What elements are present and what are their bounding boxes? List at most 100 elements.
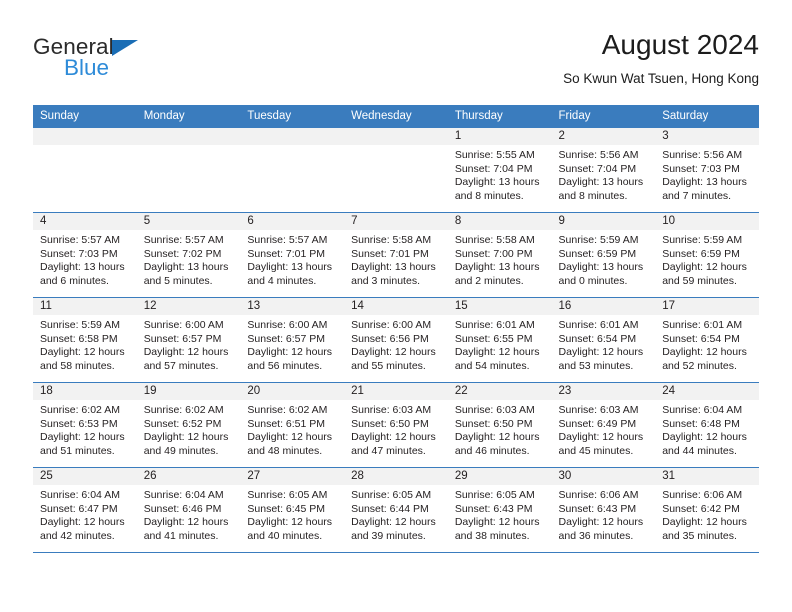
day-number: 4 <box>33 213 137 230</box>
calendar-day-cell[interactable]: 13 Sunrise: 6:00 AM Sunset: 6:57 PM Dayligh… <box>240 297 345 383</box>
day-number: 27 <box>240 468 345 485</box>
daylight-text: Daylight: 12 hours and 56 minutes. <box>247 346 333 372</box>
sunrise-text: Sunrise: 5:59 AM <box>40 319 120 331</box>
sunset-text: Sunset: 7:03 PM <box>662 162 740 175</box>
day-number: 18 <box>33 383 137 400</box>
day-details: Sunrise: 6:05 AM Sunset: 6:43 PM Daylight:… <box>448 485 552 543</box>
sunset-text: Sunset: 7:00 PM <box>454 247 533 260</box>
sunrise-text: Sunrise: 6:03 AM <box>454 404 535 416</box>
day-number: 8 <box>447 213 552 230</box>
calendar-day-cell[interactable]: 14 Sunrise: 6:00 AM Sunset: 6:56 PM Dayligh… <box>344 297 448 383</box>
sunrise-text: Sunrise: 6:06 AM <box>662 489 743 501</box>
day-details: Sunrise: 6:05 AM Sunset: 6:44 PM Daylight:… <box>344 485 448 543</box>
sunrise-text: Sunrise: 6:03 AM <box>351 404 432 416</box>
day-number: 29 <box>447 468 552 485</box>
calendar-day-cell[interactable]: 2 Sunrise: 5:56 AM Sunset: 7:04 PM Daylight… <box>551 127 656 213</box>
day-details: Sunrise: 6:04 AM Sunset: 6:47 PM Daylight:… <box>33 485 137 543</box>
calendar-day-cell[interactable]: 28 Sunrise: 6:05 AM Sunset: 6:44 PM Dayligh… <box>344 467 448 553</box>
calendar-day-cell[interactable]: 8 Sunrise: 5:58 AM Sunset: 7:00 PM Daylight… <box>447 212 552 298</box>
calendar-day-cell[interactable]: 15 Sunrise: 6:01 AM Sunset: 6:55 PM Dayligh… <box>447 297 552 383</box>
daylight-text: Daylight: 13 hours and 6 minutes. <box>40 261 125 287</box>
calendar-day-cell[interactable]: 7 Sunrise: 5:58 AM Sunset: 7:01 PM Daylight… <box>344 212 448 298</box>
calendar-week-row: 4 Sunrise: 5:57 AM Sunset: 7:03 PM Daylight… <box>33 212 759 298</box>
day-number: 30 <box>551 468 656 485</box>
calendar-day-cell[interactable]: 26 Sunrise: 6:04 AM Sunset: 6:46 PM Dayligh… <box>136 467 241 553</box>
sunset-text: Sunset: 6:43 PM <box>454 502 533 515</box>
sunset-text: Sunset: 7:02 PM <box>143 247 222 260</box>
title-block: August 2024 So Kwun Wat Tsuen, Hong Kong <box>563 28 759 89</box>
calendar-day-cell[interactable]: 24 Sunrise: 6:04 AM Sunset: 6:48 PM Dayligh… <box>655 382 759 468</box>
sunset-text: Sunset: 6:50 PM <box>351 417 429 430</box>
day-details: Sunrise: 6:02 AM Sunset: 6:51 PM Daylight:… <box>240 400 344 458</box>
calendar-day-cell[interactable]: 16 Sunrise: 6:01 AM Sunset: 6:54 PM Dayligh… <box>551 297 656 383</box>
calendar-day-cell[interactable]: 25 Sunrise: 6:04 AM Sunset: 6:47 PM Dayligh… <box>33 467 137 553</box>
sunrise-text: Sunrise: 6:02 AM <box>143 404 224 416</box>
day-number: 26 <box>136 468 241 485</box>
sunset-text: Sunset: 6:45 PM <box>247 502 326 515</box>
sunrise-text: Sunrise: 5:57 AM <box>143 234 224 246</box>
general-blue-logo[interactable]: General Blue <box>33 34 243 92</box>
day-number: 14 <box>344 298 448 315</box>
calendar-day-cell[interactable]: 6 Sunrise: 5:57 AM Sunset: 7:01 PM Daylight… <box>240 212 345 298</box>
calendar-day-cell[interactable]: 29 Sunrise: 6:05 AM Sunset: 6:43 PM Dayligh… <box>447 467 552 553</box>
calendar-week-row: 18 Sunrise: 6:02 AM Sunset: 6:53 PM Dayligh… <box>33 382 759 468</box>
calendar-day-cell[interactable]: 4 Sunrise: 5:57 AM Sunset: 7:03 PM Daylight… <box>33 212 137 298</box>
calendar-day-cell[interactable]: 3 Sunrise: 5:56 AM Sunset: 7:03 PM Daylight… <box>655 127 759 213</box>
daylight-text: Daylight: 13 hours and 8 minutes. <box>558 176 644 202</box>
day-number: 20 <box>240 383 345 400</box>
daylight-text: Daylight: 12 hours and 45 minutes. <box>558 431 644 457</box>
page-header: General Blue August 2024 So Kwun Wat Tsu… <box>33 28 759 98</box>
daylight-text: Daylight: 12 hours and 42 minutes. <box>40 516 125 542</box>
sunset-text: Sunset: 6:55 PM <box>454 332 533 345</box>
sunset-text: Sunset: 6:43 PM <box>558 502 637 515</box>
calendar-day-cell[interactable]: 30 Sunrise: 6:06 AM Sunset: 6:43 PM Dayligh… <box>551 467 656 553</box>
day-details: Sunrise: 6:00 AM Sunset: 6:56 PM Daylight:… <box>344 315 448 373</box>
day-number: 10 <box>655 213 759 230</box>
day-details: Sunrise: 6:01 AM Sunset: 6:55 PM Daylight:… <box>448 315 552 373</box>
day-number <box>240 128 345 145</box>
sunrise-text: Sunrise: 6:01 AM <box>662 319 743 331</box>
calendar-day-cell[interactable]: 23 Sunrise: 6:03 AM Sunset: 6:49 PM Dayligh… <box>551 382 656 468</box>
calendar-day-cell[interactable]: 11 Sunrise: 5:59 AM Sunset: 6:58 PM Dayligh… <box>33 297 137 383</box>
day-number: 25 <box>33 468 137 485</box>
calendar-day-cell[interactable]: 18 Sunrise: 6:02 AM Sunset: 6:53 PM Dayligh… <box>33 382 137 468</box>
weekday-header-row: Sunday Monday Tuesday Wednesday Thursday… <box>33 105 759 128</box>
sunrise-text: Sunrise: 6:03 AM <box>558 404 639 416</box>
calendar-day-cell[interactable]: 5 Sunrise: 5:57 AM Sunset: 7:02 PM Daylight… <box>136 212 241 298</box>
sunrise-text: Sunrise: 6:06 AM <box>558 489 639 501</box>
sunrise-text: Sunrise: 6:05 AM <box>454 489 535 501</box>
day-number: 13 <box>240 298 345 315</box>
sunrise-text: Sunrise: 5:56 AM <box>558 149 639 161</box>
day-details: Sunrise: 5:55 AM Sunset: 7:04 PM Daylight:… <box>448 145 552 203</box>
page-title: August 2024 <box>601 29 759 60</box>
calendar-day-cell[interactable]: 12 Sunrise: 6:00 AM Sunset: 6:57 PM Dayligh… <box>136 297 241 383</box>
daylight-text: Daylight: 12 hours and 58 minutes. <box>40 346 125 372</box>
calendar-cell-empty <box>33 127 137 213</box>
sunset-text: Sunset: 6:57 PM <box>143 332 222 345</box>
daylight-text: Daylight: 13 hours and 4 minutes. <box>247 261 333 287</box>
sunset-text: Sunset: 6:54 PM <box>558 332 637 345</box>
calendar-day-cell[interactable]: 1 Sunrise: 5:55 AM Sunset: 7:04 PM Daylight… <box>447 127 552 213</box>
calendar-day-cell[interactable]: 21 Sunrise: 6:03 AM Sunset: 6:50 PM Dayligh… <box>344 382 448 468</box>
sunrise-text: Sunrise: 5:55 AM <box>454 149 535 161</box>
day-details: Sunrise: 6:06 AM Sunset: 6:42 PM Daylight:… <box>655 485 759 543</box>
calendar-day-cell[interactable]: 27 Sunrise: 6:05 AM Sunset: 6:45 PM Dayligh… <box>240 467 345 553</box>
day-details: Sunrise: 6:00 AM Sunset: 6:57 PM Daylight:… <box>240 315 344 373</box>
sunrise-text: Sunrise: 6:02 AM <box>40 404 120 416</box>
calendar-day-cell[interactable]: 10 Sunrise: 5:59 AM Sunset: 6:59 PM Dayligh… <box>655 212 759 298</box>
sunrise-text: Sunrise: 6:05 AM <box>247 489 328 501</box>
calendar-day-cell[interactable]: 19 Sunrise: 6:02 AM Sunset: 6:52 PM Dayligh… <box>136 382 241 468</box>
calendar-day-cell[interactable]: 20 Sunrise: 6:02 AM Sunset: 6:51 PM Dayligh… <box>240 382 345 468</box>
daylight-text: Daylight: 12 hours and 57 minutes. <box>143 346 229 372</box>
day-details: Sunrise: 5:57 AM Sunset: 7:02 PM Daylight:… <box>137 230 241 288</box>
daylight-text: Daylight: 12 hours and 54 minutes. <box>454 346 540 372</box>
calendar-day-cell[interactable]: 17 Sunrise: 6:01 AM Sunset: 6:54 PM Dayligh… <box>655 297 759 383</box>
daylight-text: Daylight: 13 hours and 7 minutes. <box>662 176 747 202</box>
calendar-day-cell[interactable]: 22 Sunrise: 6:03 AM Sunset: 6:50 PM Dayligh… <box>447 382 552 468</box>
calendar-day-cell[interactable]: 31 Sunrise: 6:06 AM Sunset: 6:42 PM Dayligh… <box>655 467 759 553</box>
calendar-day-cell[interactable]: 9 Sunrise: 5:59 AM Sunset: 6:59 PM Daylight… <box>551 212 656 298</box>
sunrise-text: Sunrise: 5:58 AM <box>454 234 535 246</box>
day-details: Sunrise: 5:59 AM Sunset: 6:59 PM Daylight:… <box>552 230 656 288</box>
daylight-text: Daylight: 13 hours and 2 minutes. <box>454 261 540 287</box>
weekday-header-wednesday: Wednesday <box>344 105 448 128</box>
